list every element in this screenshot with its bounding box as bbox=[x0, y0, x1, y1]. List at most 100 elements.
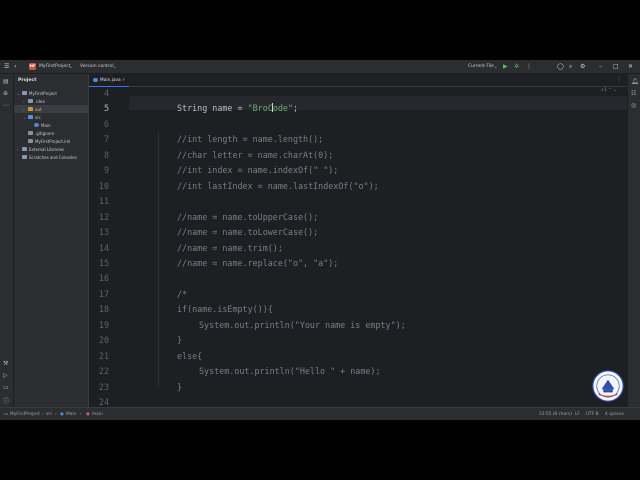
code-token: //int length = name.length(); bbox=[177, 134, 324, 145]
breadcrumb-src[interactable]: src bbox=[46, 412, 52, 417]
project-tool-icon[interactable]: ▤ bbox=[3, 78, 9, 85]
tree-item[interactable]: .gitignore bbox=[14, 129, 88, 137]
code-token: /* bbox=[177, 288, 188, 299]
inspection-widget[interactable]: ⚠1 ⌃ ⌄ bbox=[600, 88, 617, 93]
code-line[interactable]: System.out.println("Hello " + name); bbox=[199, 366, 381, 376]
line-number: 16 bbox=[98, 273, 109, 284]
terminal-tool-icon[interactable]: ▭ bbox=[3, 384, 9, 391]
code-line[interactable]: else{ bbox=[177, 351, 202, 361]
code-line[interactable]: } bbox=[177, 382, 182, 392]
maximize-icon[interactable]: □ bbox=[613, 63, 619, 70]
problems-tool-icon[interactable]: ⓘ bbox=[3, 396, 9, 405]
file-encoding[interactable]: UTF-8 bbox=[586, 412, 599, 417]
warning-count: 1 bbox=[604, 88, 608, 93]
close-icon[interactable]: ✕ bbox=[122, 77, 125, 82]
folder-icon bbox=[28, 98, 33, 103]
run-tool-icon[interactable]: ▷ bbox=[3, 372, 8, 379]
tree-item[interactable]: Main bbox=[14, 121, 88, 129]
breadcrumb-separator: › bbox=[42, 412, 44, 417]
folder-icon bbox=[28, 106, 33, 111]
line-separator[interactable]: LF bbox=[575, 412, 580, 417]
java-class-icon bbox=[93, 77, 98, 82]
code-editor[interactable]: 4 5 String name = "BroCode"; 6 7 //int length… bbox=[89, 87, 627, 407]
chevron-right-icon[interactable]: › bbox=[23, 107, 25, 112]
project-panel-title[interactable]: Project bbox=[18, 78, 36, 83]
code-line[interactable]: //int lastIndex = name.lastIndexOf("o"); bbox=[177, 181, 379, 191]
line-number: 6 bbox=[103, 118, 109, 129]
notifications-icon[interactable]: 🔔︎ bbox=[631, 78, 639, 85]
more-actions-icon[interactable]: ⋮ bbox=[526, 63, 532, 70]
tree-item[interactable]: ⌄ src bbox=[14, 113, 88, 121]
code-line[interactable]: //char letter = name.charAt(0); bbox=[177, 150, 333, 160]
tree-item[interactable]: Scratches and Consoles bbox=[14, 153, 88, 161]
code-token: "BroC bbox=[247, 103, 273, 114]
gear-icon[interactable]: ⚙ bbox=[580, 63, 585, 70]
code-line[interactable]: //name = name.trim(); bbox=[177, 243, 283, 253]
breadcrumb-main-method[interactable]: main bbox=[92, 412, 103, 417]
version-control-menu[interactable]: Version control bbox=[80, 64, 114, 69]
tree-item[interactable]: › out bbox=[14, 105, 88, 113]
minimize-icon[interactable]: – bbox=[599, 63, 602, 70]
chevron-down-icon[interactable]: ⌄ bbox=[17, 91, 20, 96]
breadcrumb-main-class[interactable]: Main bbox=[66, 412, 76, 417]
account-icon[interactable]: ◯ bbox=[557, 63, 564, 70]
structure-tool-icon[interactable]: ⋯ bbox=[3, 102, 9, 109]
build-tool-icon[interactable]: ⚒ bbox=[3, 360, 8, 367]
code-token: } bbox=[177, 335, 183, 346]
chevron-down-icon[interactable]: ⌄ bbox=[23, 115, 26, 120]
code-line[interactable]: System.out.println("Your name is empty")… bbox=[199, 320, 406, 330]
line-number: 11 bbox=[98, 196, 109, 207]
search-icon[interactable]: ⌕ bbox=[569, 63, 572, 71]
main-menu-icon[interactable]: ☰ bbox=[4, 63, 9, 70]
code-line[interactable]: } bbox=[177, 335, 182, 345]
chevron-down-icon: ⌄ bbox=[494, 64, 498, 69]
tree-item[interactable]: MyFirstProject.iml bbox=[14, 137, 88, 145]
close-icon[interactable]: ✕ bbox=[628, 63, 633, 70]
line-number: 5 bbox=[103, 103, 109, 114]
ai-assistant-icon[interactable]: ◎ bbox=[631, 102, 636, 109]
code-line[interactable]: String name = "BroCode"; bbox=[177, 103, 298, 113]
line-number: 20 bbox=[98, 335, 109, 346]
chevron-right-icon[interactable]: › bbox=[17, 147, 19, 152]
run-icon[interactable]: ▶ bbox=[503, 63, 508, 70]
code-line[interactable]: //int length = name.length(); bbox=[177, 134, 323, 144]
tree-item[interactable]: › External Libraries bbox=[14, 145, 88, 153]
more-tabs-icon[interactable]: ⋮ bbox=[616, 76, 622, 83]
code-line[interactable]: if(name.isEmpty()){ bbox=[177, 304, 273, 314]
run-configuration-selector[interactable]: Current File bbox=[468, 64, 494, 69]
tree-item[interactable]: ⌄ MyFirstProject bbox=[14, 89, 88, 97]
code-token: ; bbox=[292, 103, 299, 114]
breadcrumb-project[interactable]: MyFirstProject bbox=[10, 412, 40, 417]
database-icon[interactable]: ☷ bbox=[631, 90, 636, 97]
status-bar: ▭ MyFirstProject › src › ● Main › ● main… bbox=[0, 407, 640, 420]
tree-item-label: Scratches and Consoles bbox=[29, 154, 77, 160]
tree-item[interactable]: › .idea bbox=[14, 97, 88, 105]
project-selector[interactable]: MyFirstProject bbox=[39, 64, 70, 69]
commit-tool-icon[interactable]: ⊕ bbox=[3, 90, 8, 97]
tree-item-label: MyFirstProject.iml bbox=[35, 138, 71, 144]
chevron-right-icon[interactable]: › bbox=[23, 99, 25, 104]
code-line[interactable]: //name = name.toLowerCase(); bbox=[177, 227, 318, 237]
class-icon bbox=[34, 122, 39, 127]
line-number: 9 bbox=[103, 165, 109, 176]
code-line[interactable]: //name = name.replace("o", "a"); bbox=[177, 258, 338, 268]
library-icon bbox=[22, 146, 27, 151]
folder-icon bbox=[22, 90, 27, 95]
tree-item-label: src bbox=[35, 114, 41, 120]
indent-guide bbox=[158, 131, 159, 387]
back-icon[interactable]: ‹ bbox=[14, 63, 16, 70]
file-icon bbox=[28, 138, 33, 143]
indent-setting[interactable]: 4 spaces bbox=[605, 412, 624, 417]
code-token: if(name.isEmpty()){ bbox=[177, 304, 273, 315]
code-token: //name = name.toLowerCase(); bbox=[177, 227, 319, 238]
code-token: System.out.println("Your name is empty")… bbox=[199, 319, 406, 330]
debug-icon[interactable]: ✲ bbox=[514, 63, 519, 70]
tree-item-label: .idea bbox=[35, 98, 45, 104]
caret-position[interactable]: 23:55 (8 chars) bbox=[539, 412, 572, 417]
code-line[interactable]: //int index = name.indexOf(" "); bbox=[177, 165, 338, 175]
code-line[interactable]: /* bbox=[177, 289, 187, 299]
breadcrumb-separator: › bbox=[55, 412, 57, 417]
code-line[interactable]: //name = name.toUpperCase(); bbox=[177, 212, 318, 222]
line-number: 23 bbox=[98, 381, 109, 392]
tab-main-java[interactable]: Main.java ✕ bbox=[89, 74, 129, 87]
